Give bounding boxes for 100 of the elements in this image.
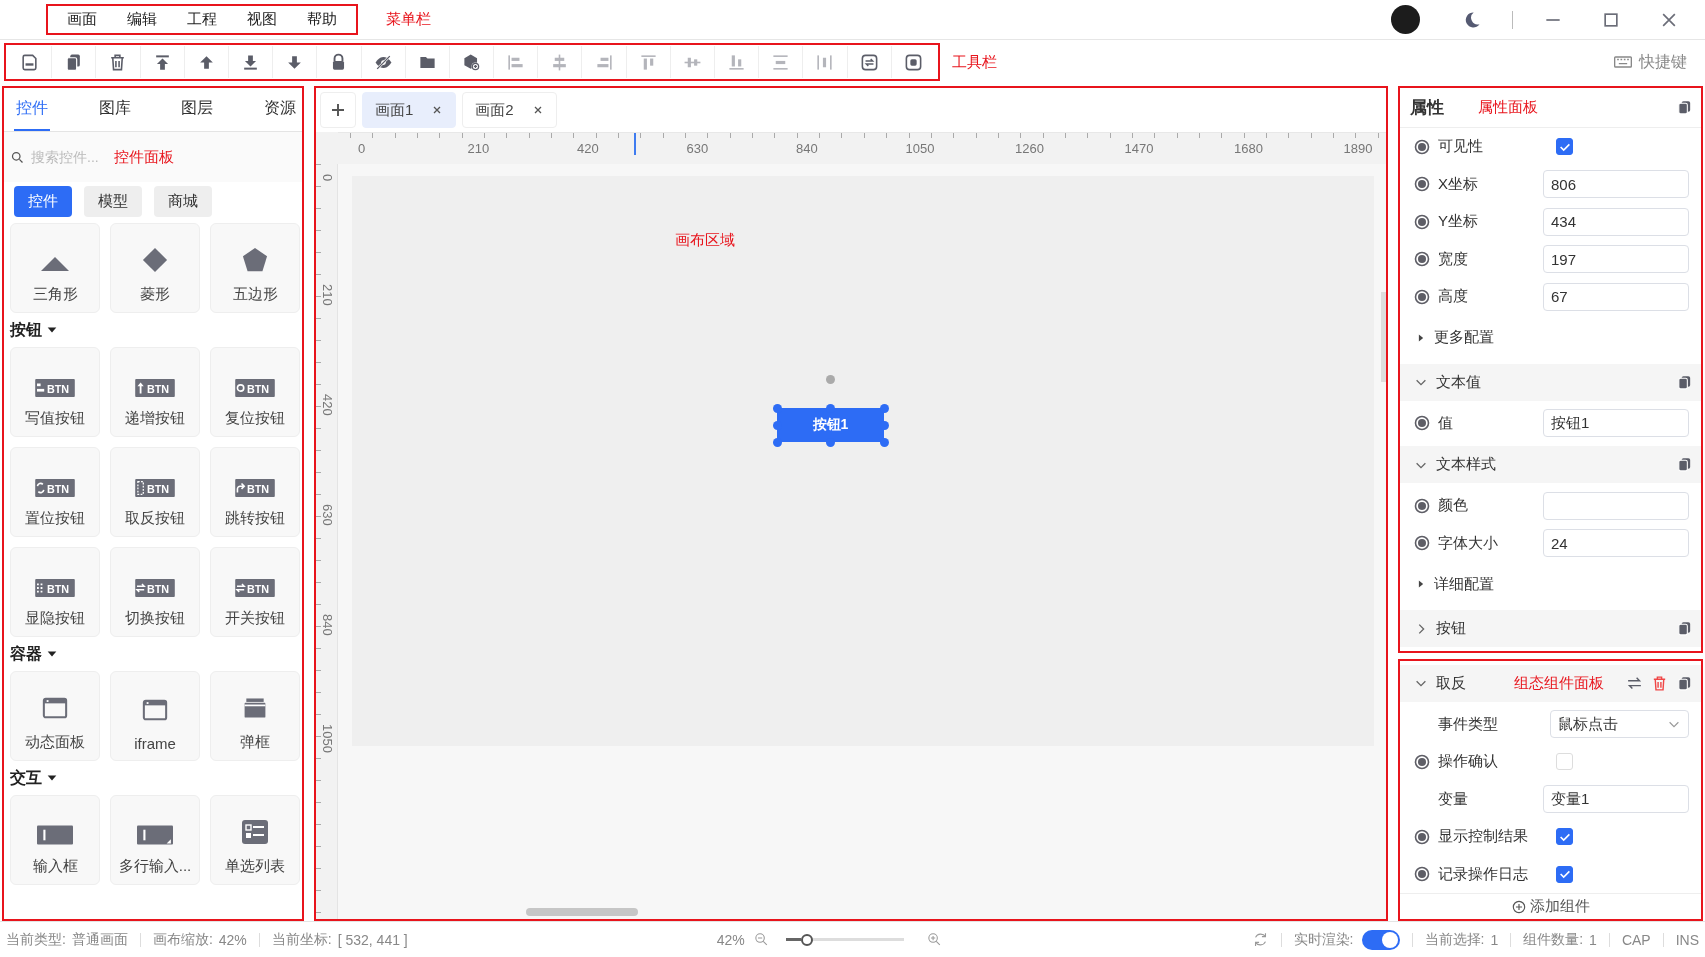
radio-dot-icon[interactable] bbox=[1414, 176, 1430, 193]
radio-dot-icon[interactable] bbox=[1414, 828, 1430, 845]
radio-dot-icon[interactable] bbox=[1414, 288, 1430, 305]
widget-label: 弹框 bbox=[240, 733, 270, 752]
widget-tile[interactable]: BTN 显隐按钮 bbox=[10, 547, 100, 637]
input-field[interactable] bbox=[1543, 491, 1689, 520]
menu-item[interactable]: 视图 bbox=[234, 8, 290, 31]
widget-tile[interactable]: 单选列表 bbox=[210, 795, 300, 885]
section-header[interactable]: 文本样式 bbox=[1400, 446, 1701, 483]
status-label: 组件数量: bbox=[1523, 930, 1584, 949]
copy-icon[interactable] bbox=[1676, 456, 1693, 473]
plus-icon[interactable] bbox=[329, 101, 347, 119]
canvas-tab[interactable]: 画面1 bbox=[362, 92, 457, 128]
add-tab-button[interactable] bbox=[320, 92, 356, 128]
radio-dot-icon[interactable] bbox=[1414, 138, 1430, 155]
input-field[interactable]: 按钮1 bbox=[1543, 409, 1689, 438]
menu-item[interactable]: 画面 bbox=[54, 8, 110, 31]
category-tab[interactable]: 控件 bbox=[14, 186, 72, 217]
widget-tile[interactable]: 弹框 bbox=[210, 671, 300, 761]
panel-tab[interactable]: 图库 bbox=[96, 88, 133, 131]
status-value: 42% bbox=[218, 931, 247, 948]
section-header[interactable]: 取反 组态组件面板 bbox=[1400, 664, 1701, 702]
panel-tab[interactable]: 资源 bbox=[261, 88, 298, 131]
widget-label: 显隐按钮 bbox=[25, 609, 85, 628]
trash-icon[interactable] bbox=[1651, 674, 1668, 692]
widget-tile[interactable]: 三角形 bbox=[10, 223, 100, 313]
hexagon-plus-icon[interactable] bbox=[461, 52, 481, 72]
copy-icon[interactable] bbox=[1676, 373, 1693, 391]
plus-circle-icon bbox=[1511, 899, 1526, 914]
search-field[interactable]: 搜索控件... bbox=[10, 149, 110, 165]
group-header[interactable]: 容器 bbox=[10, 637, 296, 671]
group-header[interactable]: 交互 bbox=[10, 761, 296, 795]
menu-item[interactable]: 工程 bbox=[174, 8, 230, 31]
menu-item[interactable]: 帮助 bbox=[294, 8, 350, 31]
radio-dot-icon[interactable] bbox=[1414, 753, 1430, 770]
checkbox[interactable] bbox=[1556, 138, 1573, 156]
status-label: 当前类型: bbox=[6, 930, 66, 949]
swap-square-icon[interactable] bbox=[859, 52, 879, 72]
radio-dot-icon[interactable] bbox=[1414, 497, 1430, 514]
expand-toggle[interactable]: 更多配置 bbox=[1400, 315, 1701, 360]
shortcut-button[interactable]: 快捷键 bbox=[1612, 51, 1687, 73]
radio-dot-icon[interactable] bbox=[1414, 415, 1430, 432]
canvas-tab[interactable]: 画面2 bbox=[462, 92, 557, 128]
widget-tile[interactable]: BTN 写值按钮 bbox=[10, 347, 100, 437]
menu-item[interactable]: 编辑 bbox=[114, 8, 170, 31]
dropdown[interactable]: 鼠标点击 bbox=[1549, 710, 1689, 739]
copy-icon[interactable] bbox=[1676, 99, 1693, 116]
widget-tile[interactable]: BTN 复位按钮 bbox=[210, 347, 300, 437]
widget-tile[interactable]: BTN 递增按钮 bbox=[110, 347, 200, 437]
dialog-icon bbox=[242, 695, 268, 721]
widget-tile[interactable]: 输入框 bbox=[10, 795, 100, 885]
group-header[interactable]: 按钮 bbox=[10, 313, 296, 347]
record-square-icon[interactable] bbox=[904, 52, 924, 72]
widget-tile[interactable]: BTN 取反按钮 bbox=[110, 447, 200, 537]
status-value: 1 bbox=[1589, 931, 1597, 948]
document-icon[interactable] bbox=[20, 52, 40, 72]
list-icon bbox=[242, 819, 268, 845]
search-icon bbox=[10, 149, 25, 165]
category-tab[interactable]: 商城 bbox=[154, 186, 212, 217]
rotate-handle[interactable] bbox=[826, 375, 835, 384]
category-tab[interactable]: 模型 bbox=[84, 186, 142, 217]
canvas-button[interactable]: 按钮1 bbox=[777, 408, 884, 442]
widget-tile[interactable]: 菱形 bbox=[110, 223, 200, 313]
status-label: 实时渲染: bbox=[1293, 930, 1354, 949]
input-field[interactable]: 24 bbox=[1543, 529, 1689, 558]
input-field[interactable]: 67 bbox=[1543, 282, 1689, 311]
radio-dot-icon[interactable] bbox=[1414, 535, 1430, 552]
avatar[interactable] bbox=[1391, 5, 1420, 34]
add-component-button[interactable]: 添加组件 bbox=[1400, 893, 1701, 919]
widget-tile[interactable]: 多行输入... bbox=[110, 795, 200, 885]
toggle-switch[interactable] bbox=[1361, 929, 1400, 950]
scrollbar[interactable] bbox=[526, 908, 638, 916]
input-field[interactable]: 806 bbox=[1543, 170, 1689, 199]
input-field[interactable]: 434 bbox=[1543, 207, 1689, 236]
radio-dot-icon[interactable] bbox=[1414, 251, 1430, 268]
ruler-label: 840 bbox=[320, 614, 335, 636]
widget-tile[interactable]: BTN 开关按钮 bbox=[210, 547, 300, 637]
checkbox[interactable] bbox=[1556, 828, 1573, 846]
section-header[interactable]: 按钮 bbox=[1400, 610, 1701, 647]
copy-icon[interactable] bbox=[1676, 620, 1693, 637]
widget-tile[interactable]: 动态面板 bbox=[10, 671, 100, 761]
section-title: 文本值 bbox=[1436, 372, 1481, 392]
widget-tile[interactable]: BTN 切换按钮 bbox=[110, 547, 200, 637]
input-field[interactable]: 197 bbox=[1543, 245, 1689, 274]
text-area-icon bbox=[137, 825, 173, 845]
panel-tab[interactable]: 图层 bbox=[179, 88, 216, 131]
radio-dot-icon[interactable] bbox=[1414, 213, 1430, 230]
copy-icon[interactable] bbox=[1676, 674, 1693, 692]
widget-tile[interactable]: iframe bbox=[110, 671, 200, 761]
widget-tile[interactable]: BTN 置位按钮 bbox=[10, 447, 100, 537]
scrollbar[interactable] bbox=[1381, 292, 1386, 382]
annotation-label: 组态组件面板 bbox=[1514, 673, 1604, 693]
checkbox[interactable] bbox=[1556, 865, 1573, 883]
widget-tile[interactable]: 五边形 bbox=[210, 223, 300, 313]
section-header[interactable]: 文本值 bbox=[1400, 363, 1701, 401]
input-field[interactable]: 变量1 bbox=[1543, 785, 1689, 814]
radio-dot-icon[interactable] bbox=[1414, 866, 1430, 883]
section-title: 按钮 bbox=[1436, 619, 1466, 638]
widget-tile[interactable]: BTN 跳转按钮 bbox=[210, 447, 300, 537]
expand-toggle[interactable]: 详细配置 bbox=[1400, 562, 1701, 606]
